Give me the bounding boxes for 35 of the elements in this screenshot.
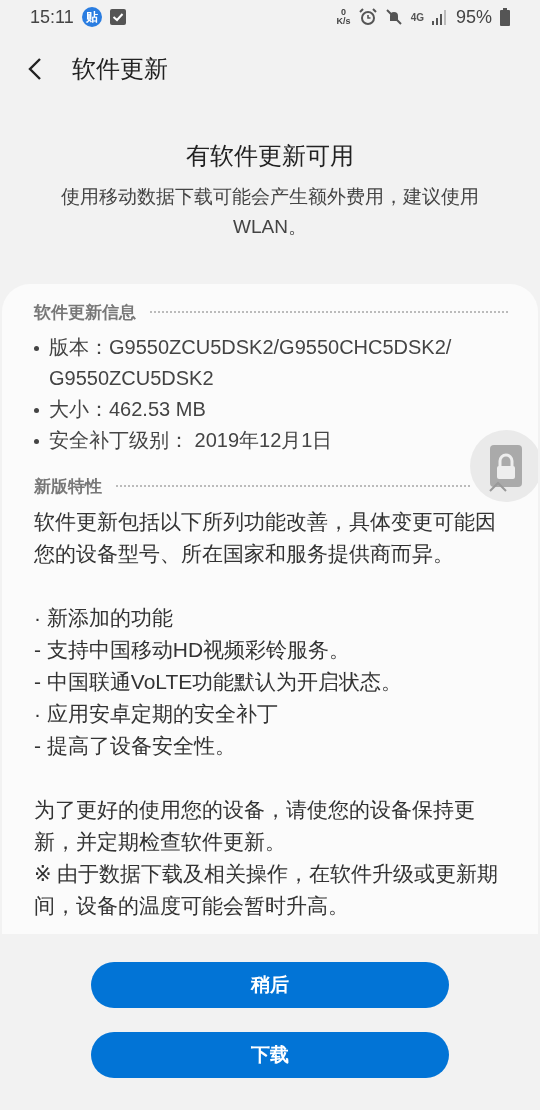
network-speed: 0 K/s bbox=[336, 8, 351, 26]
bullet-dot bbox=[34, 439, 39, 444]
page-title: 软件更新 bbox=[72, 54, 168, 84]
release-note-line: 为了更好的使用您的设备，请使您的设备保持更新，并定期检查软件更新。 bbox=[34, 797, 476, 855]
info-item: 安全补丁级别： 2019年12月1日 bbox=[49, 428, 333, 453]
network-type: 4G bbox=[410, 11, 424, 23]
alarm-icon bbox=[358, 8, 377, 26]
release-note-line: - 提高了设备安全性。 bbox=[34, 733, 237, 759]
info-item: 版本：G9550ZCU5DSK2/G9550CHC5DSK2/ G9550ZCU5DSK2 bbox=[49, 335, 452, 391]
release-note-line: · 应用安卓定期的安全补丁 bbox=[34, 701, 279, 727]
back-button[interactable] bbox=[28, 58, 42, 80]
lock-icon bbox=[490, 445, 522, 487]
release-note-line: - 中国联通VoLTE功能默认为开启状态。 bbox=[34, 669, 404, 695]
section-heading: 新版特性 bbox=[34, 475, 102, 498]
section-heading: 软件更新信息 bbox=[34, 301, 136, 324]
action-button[interactable]: 稍后 bbox=[91, 962, 449, 1008]
clock: 15:11 bbox=[30, 6, 74, 28]
release-note-line: ※ 由于数据下载及相关操作，在软件升级或更新期间，设备的温度可能会暂时升高。 bbox=[34, 861, 500, 919]
back-icon bbox=[28, 58, 42, 80]
checkbox-icon bbox=[109, 9, 126, 25]
mute-icon bbox=[384, 8, 403, 26]
signal-icon bbox=[431, 9, 448, 25]
action-button[interactable]: 下载 bbox=[91, 1032, 449, 1078]
update-title: 有软件更新可用 bbox=[185, 141, 355, 171]
notification-icon: 贴 bbox=[81, 7, 102, 27]
data-charge-message: 使用移动数据下载可能会产生额外费用，建议使用 WLAN。 bbox=[60, 185, 480, 239]
release-note-line: 软件更新包括以下所列功能改善，具体变更可能因您的设备型号、所在国家和服务提供商而异。 bbox=[34, 509, 497, 567]
release-note-line: · 新添加的功能 bbox=[34, 605, 174, 631]
release-note-line: - 支持中国移动HD视频彩铃服务。 bbox=[34, 637, 352, 663]
bullet-dot bbox=[34, 346, 39, 351]
battery-icon bbox=[500, 8, 510, 26]
bullet-dot bbox=[34, 408, 39, 413]
info-item: 大小：462.53 MB bbox=[49, 397, 206, 422]
battery-percent: 95% bbox=[455, 6, 492, 28]
chevron-up-icon[interactable] bbox=[488, 480, 508, 492]
